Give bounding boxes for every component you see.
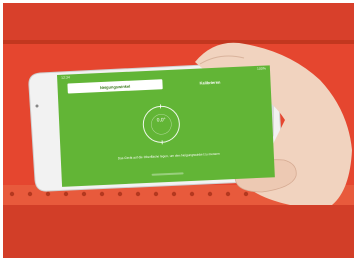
status-battery: 100% [256,66,267,71]
tab-inclination[interactable]: Neigungswinkel [67,79,163,94]
tab-calibrate[interactable]: Kalibrieren [162,75,257,89]
level-gauge-icon [142,104,180,145]
instruction-text: Das Gerät auf die Oberfläche legen, um d… [117,151,220,161]
app-screen: 12:34 100% Neigungswinkel Kalibrieren 0,… [57,65,275,187]
home-indicator [151,172,184,176]
status-time: 12:34 [61,75,70,80]
